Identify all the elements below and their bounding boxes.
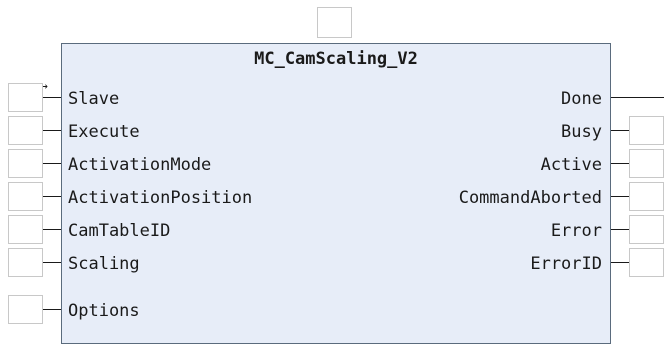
output-wire-command-aborted	[611, 196, 629, 197]
output-variable-busy[interactable]	[629, 116, 664, 145]
function-block-title: MC_CamScaling_V2	[254, 49, 418, 69]
output-variable-error-id[interactable]	[629, 248, 664, 277]
input-pin-activation-mode[interactable]: ActivationMode	[68, 154, 211, 176]
input-wire-activation-position	[43, 196, 61, 197]
input-variable-activation-mode[interactable]	[8, 149, 43, 178]
output-pin-active[interactable]: Active	[541, 154, 602, 176]
output-wire-active	[611, 163, 629, 164]
output-variable-active[interactable]	[629, 149, 664, 178]
input-variable-execute[interactable]	[8, 116, 43, 145]
fbd-canvas: MC_CamScaling_V2 Slave Execute Activatio…	[0, 0, 664, 345]
input-pin-slave[interactable]: Slave	[68, 88, 119, 110]
instance-name-field[interactable]	[317, 7, 352, 38]
output-variable-command-aborted[interactable]	[629, 182, 664, 211]
input-wire-options	[43, 309, 61, 310]
output-wire-error-id	[611, 262, 629, 263]
output-pin-command-aborted[interactable]: CommandAborted	[459, 187, 602, 209]
output-wire-error	[611, 229, 629, 230]
input-wire-cam-table-id	[43, 229, 61, 230]
input-variable-scaling[interactable]	[8, 248, 43, 277]
input-wire-activation-mode	[43, 163, 61, 164]
input-variable-activation-position[interactable]	[8, 182, 43, 211]
output-wire-busy	[611, 130, 629, 131]
output-pin-done[interactable]: Done	[561, 88, 602, 110]
input-variable-cam-table-id[interactable]	[8, 215, 43, 244]
function-block[interactable]: MC_CamScaling_V2 Slave Execute Activatio…	[61, 43, 611, 344]
output-pin-error-id[interactable]: ErrorID	[530, 253, 602, 275]
input-pin-cam-table-id[interactable]: CamTableID	[68, 220, 170, 242]
input-pin-options[interactable]: Options	[68, 300, 140, 322]
input-pin-scaling[interactable]: Scaling	[68, 253, 140, 275]
input-wire-scaling	[43, 262, 61, 263]
input-wire-execute	[43, 130, 61, 131]
input-variable-slave[interactable]	[8, 83, 43, 112]
input-pin-activation-position[interactable]: ActivationPosition	[68, 187, 252, 209]
output-pin-error[interactable]: Error	[551, 220, 602, 242]
output-pin-busy[interactable]: Busy	[561, 121, 602, 143]
output-variable-error[interactable]	[629, 215, 664, 244]
input-variable-options[interactable]	[8, 295, 43, 324]
input-pin-execute[interactable]: Execute	[68, 121, 140, 143]
input-wire-slave	[43, 97, 61, 98]
output-wire-done	[611, 97, 664, 98]
